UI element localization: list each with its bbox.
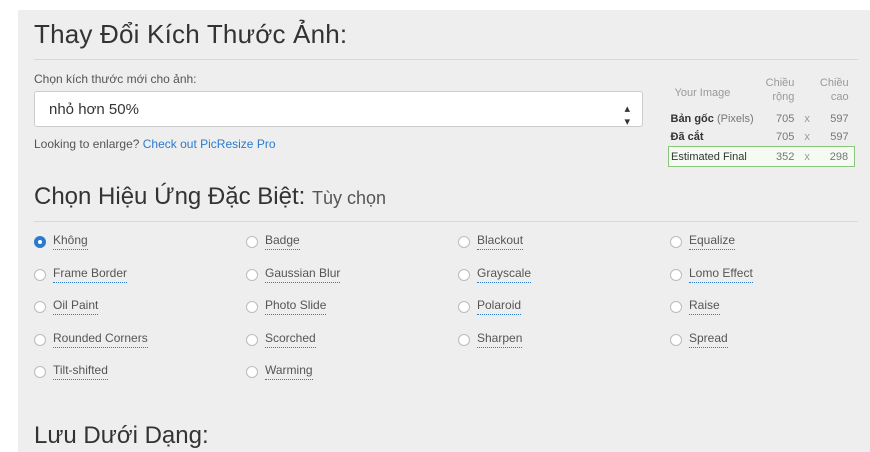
col-height: Chiều cao [819,77,849,103]
effect-option-lomo-effect[interactable]: Lomo Effect [670,266,753,283]
effect-option-scorched[interactable]: Scorched [246,331,316,348]
effect-label: Blackout [477,233,524,250]
size-select-value: nhỏ hơn 50% [49,101,139,118]
effect-label: Tilt-shifted [53,363,108,380]
effect-option-raise[interactable]: Raise [670,298,720,315]
effects-grid: Không Badge Blackout Equalize Frame Border Ga… [34,233,870,403]
effect-option-rounded-corners[interactable]: Rounded Corners [34,331,148,348]
effect-label: Raise [689,298,720,315]
effect-label: Sharpen [477,331,523,348]
divider [34,59,858,60]
effect-label: Equalize [689,233,736,250]
effect-option-tilt-shifted[interactable]: Tilt-shifted [34,363,108,380]
effect-option-không[interactable]: Không [34,233,88,250]
effects-heading: Chọn Hiệu Ứng Đặc Biệt: Tùy chọn [34,183,387,210]
radio-icon[interactable] [246,268,258,281]
effect-label: Không [53,233,88,250]
effect-option-sharpen[interactable]: Sharpen [458,331,523,348]
table-row-estimated-final: Estimated Final 352 x 298 [667,146,856,167]
radio-icon[interactable] [246,365,258,378]
table-row-original: Bản gốc (Pixels) 705 x 597 [670,113,849,125]
radio-icon[interactable] [34,365,46,378]
radio-icon[interactable] [670,300,682,313]
effect-label: Frame Border [53,266,128,283]
size-select-label: Chọn kích thước mới cho ảnh: [34,72,197,86]
effect-label: Badge [265,233,300,250]
select-caret-icon: ▴ ▾ [624,103,630,128]
effect-option-grayscale[interactable]: Grayscale [458,266,532,283]
effect-option-photo-slide[interactable]: Photo Slide [246,298,327,315]
picresize-pro-link[interactable]: Check out PicResize Pro [143,137,276,151]
effect-option-warming[interactable]: Warming [246,363,313,380]
radio-icon[interactable] [34,235,46,248]
effect-option-equalize[interactable]: Equalize [670,233,736,250]
effect-label: Warming [265,363,313,380]
effect-label: Spread [689,331,728,348]
radio-icon[interactable] [34,300,46,313]
effect-label: Grayscale [477,266,532,283]
radio-icon[interactable] [458,300,470,313]
table-row-cropped: Đã cắt 705 x 597 [670,131,849,143]
radio-icon[interactable] [246,300,258,313]
effect-label: Gaussian Blur [265,266,341,283]
effects-optional-label: Tùy chọn [311,188,387,208]
effect-option-gaussian-blur[interactable]: Gaussian Blur [246,266,341,283]
radio-icon[interactable] [34,333,46,346]
effect-label: Photo Slide [265,298,327,315]
radio-icon[interactable] [458,333,470,346]
enlarge-text: Looking to enlarge? [34,137,140,151]
effect-option-polaroid[interactable]: Polaroid [458,298,522,315]
col-your-image: Your Image [674,87,731,99]
radio-icon[interactable] [246,333,258,346]
effect-option-oil-paint[interactable]: Oil Paint [34,298,99,315]
radio-icon[interactable] [34,268,46,281]
save-as-heading: Lưu Dưới Dạng: [34,422,209,449]
effect-label: Oil Paint [53,298,99,315]
enlarge-hint: Looking to enlarge? Check out PicResize … [34,137,276,151]
effect-option-blackout[interactable]: Blackout [458,233,524,250]
col-width: Chiều rộng [765,77,795,103]
size-table: Your Image Chiều rộng Chiều cao Bản gốc (P… [667,76,856,167]
effect-option-frame-border[interactable]: Frame Border [34,266,128,283]
effect-label: Lomo Effect [689,266,753,283]
radio-icon[interactable] [246,235,258,248]
radio-icon[interactable] [670,235,682,248]
size-select[interactable]: nhỏ hơn 50% ▴ ▾ [34,91,643,128]
effect-label: Rounded Corners [53,331,148,348]
radio-icon[interactable] [458,268,470,281]
effect-label: Scorched [265,331,316,348]
divider [34,221,858,222]
radio-icon[interactable] [458,235,470,248]
radio-icon[interactable] [670,333,682,346]
effect-option-badge[interactable]: Badge [246,233,300,250]
effect-option-spread[interactable]: Spread [670,331,728,348]
resize-panel: Thay Đổi Kích Thước Ảnh: Chọn kích thước… [18,10,870,452]
effect-label: Polaroid [477,298,522,315]
radio-icon[interactable] [670,268,682,281]
resize-heading: Thay Đổi Kích Thước Ảnh: [34,19,348,49]
